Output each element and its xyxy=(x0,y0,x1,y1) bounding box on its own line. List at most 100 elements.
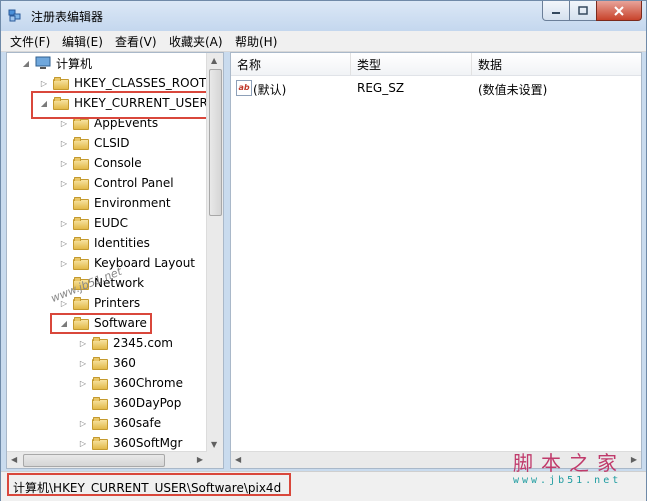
tree-item[interactable]: ▷ Control Panel xyxy=(59,173,174,193)
tree-item[interactable]: ▷ HKEY_CLASSES_ROOT xyxy=(39,73,206,93)
folder-icon xyxy=(92,376,108,390)
folder-icon xyxy=(73,296,89,310)
menu-file[interactable]: 文件(F) xyxy=(10,33,50,50)
expand-arrow-icon[interactable]: ▷ xyxy=(59,138,69,148)
folder-icon xyxy=(92,436,108,450)
tree-item-label: Console xyxy=(94,156,142,170)
tree-item[interactable]: 360DayPop xyxy=(78,393,181,413)
highlight-hkcu xyxy=(31,91,211,119)
collapse-arrow-icon[interactable]: ◢ xyxy=(21,58,31,68)
tree-item-label: 360Chrome xyxy=(113,376,183,390)
folder-icon xyxy=(73,216,89,230)
expand-arrow-icon[interactable]: ▷ xyxy=(59,218,69,228)
expand-arrow-icon[interactable]: ▷ xyxy=(39,78,49,88)
computer-icon xyxy=(35,56,51,69)
column-header-data[interactable]: 数据 xyxy=(472,53,641,75)
tree-item[interactable]: ▷ 2345.com xyxy=(78,333,173,353)
expand-arrow-icon[interactable] xyxy=(78,398,88,408)
expand-arrow-icon[interactable]: ▷ xyxy=(78,358,88,368)
value-data: (数值未设置) xyxy=(478,83,548,97)
tree-item[interactable]: ▷ 360safe xyxy=(78,413,161,433)
tree-root[interactable]: ◢ 计算机 xyxy=(21,53,92,73)
folder-icon xyxy=(73,236,89,250)
tree-item-label: Identities xyxy=(94,236,150,250)
values-pane[interactable]: 名称 类型 数据 ab (默认) REG_SZ (数值未设置) ◀ ▶ xyxy=(230,52,642,469)
scroll-corner xyxy=(207,452,223,468)
column-header-type[interactable]: 类型 xyxy=(351,53,472,75)
tree-item-label: HKEY_CLASSES_ROOT xyxy=(74,76,207,90)
menu-view[interactable]: 查看(V) xyxy=(115,33,157,50)
tree-item[interactable]: ▷ Console xyxy=(59,153,142,173)
expand-arrow-icon[interactable]: ▷ xyxy=(59,158,69,168)
tree-item-label: 360DayPop xyxy=(113,396,182,410)
menu-help[interactable]: 帮助(H) xyxy=(235,33,277,50)
folder-icon xyxy=(92,416,108,430)
value-name: (默认) xyxy=(253,83,287,97)
column-header-name[interactable]: 名称 xyxy=(231,53,351,75)
folder-icon xyxy=(92,356,108,370)
scroll-right-icon[interactable]: ▶ xyxy=(197,455,203,464)
value-type: REG_SZ xyxy=(357,81,405,95)
expand-arrow-icon[interactable]: ▷ xyxy=(78,418,88,428)
scroll-left-icon[interactable]: ◀ xyxy=(11,455,17,464)
registry-editor-window: 注册表编辑器 文件(F) 编辑(E) 查看(V) 收藏夹(A) 帮助(H) ◢ xyxy=(0,0,647,501)
tree-item-label: 2345.com xyxy=(113,336,173,350)
tree-item[interactable]: ▷ CLSID xyxy=(59,133,130,153)
tree-item-label: 360safe xyxy=(113,416,162,430)
regedit-icon xyxy=(8,9,21,22)
tree-item-label: 360SoftMgr xyxy=(113,436,183,450)
tree-item-label: EUDC xyxy=(94,216,128,230)
window-title: 注册表编辑器 xyxy=(31,10,104,24)
tree-item[interactable]: Environment xyxy=(59,193,171,213)
tree-item[interactable]: ▷ 360 xyxy=(78,353,136,373)
minimize-icon xyxy=(552,11,560,14)
tree-horizontal-scroll-thumb[interactable] xyxy=(23,454,165,467)
scroll-down-icon[interactable]: ▼ xyxy=(211,440,217,449)
expand-arrow-icon[interactable]: ▷ xyxy=(59,258,69,268)
minimize-button[interactable] xyxy=(542,1,570,21)
expand-arrow-icon[interactable]: ▷ xyxy=(78,378,88,388)
tree-item-label: 360 xyxy=(113,356,136,370)
tree-vertical-scroll-thumb[interactable] xyxy=(209,69,222,216)
menu-bar: 文件(F) 编辑(E) 查看(V) 收藏夹(A) 帮助(H) xyxy=(1,31,646,52)
menu-favorites[interactable]: 收藏夹(A) xyxy=(169,33,223,50)
tree-pane[interactable]: ◢ 计算机 ▷ HKEY_CLASSES_ROOT ◢ HKEY_CURRENT_US… xyxy=(6,52,224,469)
close-button[interactable] xyxy=(596,1,642,21)
tree-vertical-scrollbar[interactable]: ▲ ▼ xyxy=(206,53,223,452)
folder-icon xyxy=(92,336,108,350)
title-bar[interactable]: 注册表编辑器 xyxy=(1,1,646,31)
tree-item[interactable]: ▷ 360SoftMgr xyxy=(78,433,183,453)
folder-icon xyxy=(73,176,89,190)
highlight-software xyxy=(50,313,152,334)
expand-arrow-icon[interactable]: ▷ xyxy=(78,438,88,448)
string-value-icon: ab xyxy=(236,80,252,96)
expand-arrow-icon[interactable] xyxy=(59,198,69,208)
expand-arrow-icon[interactable]: ▷ xyxy=(59,238,69,248)
site-logo-watermark: 脚本之家 xyxy=(513,451,625,475)
expand-arrow-icon[interactable]: ▷ xyxy=(59,178,69,188)
tree-item[interactable]: ▷ EUDC xyxy=(59,213,128,233)
expand-arrow-icon[interactable]: ▷ xyxy=(78,338,88,348)
highlight-status-path xyxy=(7,473,291,496)
tree-item[interactable]: ▷ 360Chrome xyxy=(78,373,183,393)
tree-item-label: Control Panel xyxy=(94,176,174,190)
tree-horizontal-scrollbar[interactable]: ◀ ▶ xyxy=(7,451,207,468)
maximize-button[interactable] xyxy=(569,1,597,21)
tree-item[interactable]: ▷ Keyboard Layout xyxy=(59,253,195,273)
scroll-right-icon[interactable]: ▶ xyxy=(631,455,637,464)
close-icon xyxy=(614,5,624,16)
folder-icon xyxy=(73,156,89,170)
folder-icon xyxy=(73,196,89,210)
scroll-up-icon[interactable]: ▲ xyxy=(211,56,217,65)
tree-root-label: 计算机 xyxy=(56,56,93,71)
tree-item-label: Printers xyxy=(94,296,141,310)
tree-item-label: Environment xyxy=(94,196,171,210)
folder-icon xyxy=(53,76,69,90)
expand-arrow-icon[interactable]: ▷ xyxy=(59,118,69,128)
folder-icon xyxy=(92,396,108,410)
menu-edit[interactable]: 编辑(E) xyxy=(62,33,103,50)
scroll-left-icon[interactable]: ◀ xyxy=(235,455,241,464)
maximize-icon xyxy=(578,6,588,15)
site-url-watermark: www.jb51.net xyxy=(513,475,622,486)
tree-item[interactable]: ▷ Identities xyxy=(59,233,150,253)
